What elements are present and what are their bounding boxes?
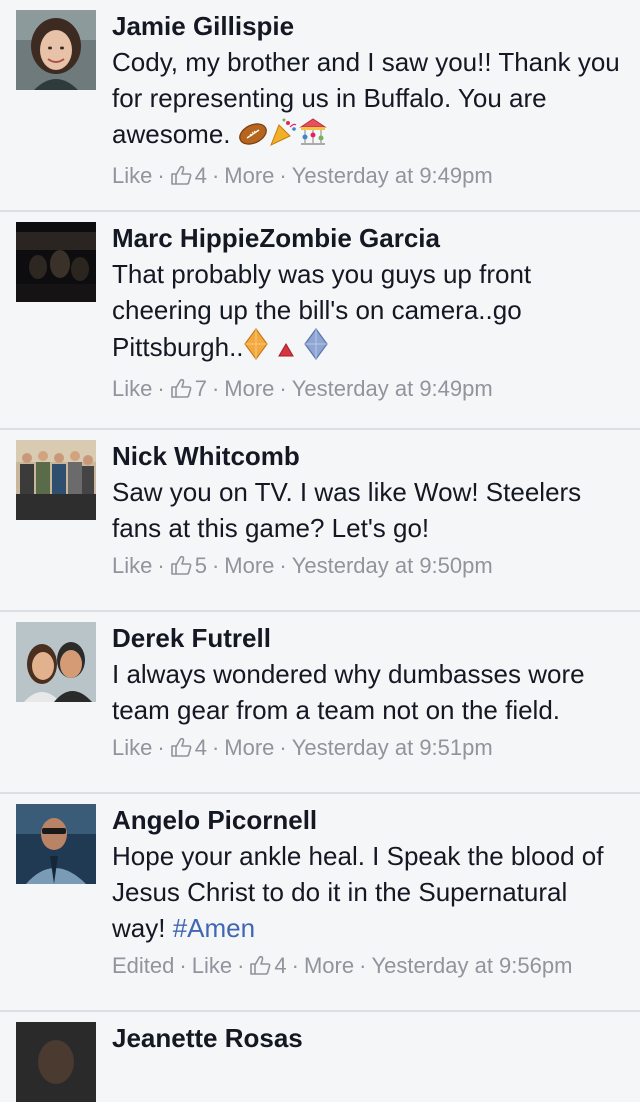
avatar-photo-icon (16, 222, 96, 302)
separator-dot: · (157, 163, 165, 188)
like-count[interactable]: 4 (195, 163, 207, 188)
separator-dot: · (157, 553, 165, 578)
avatar[interactable] (16, 10, 96, 90)
separator-dot: · (359, 953, 367, 978)
comment-actions: Like · 7 · More · Yesterday at 9:49pm (112, 371, 624, 407)
timestamp[interactable]: Yesterday at 9:51pm (292, 735, 493, 760)
more-link[interactable]: More (304, 953, 354, 978)
avatar[interactable] (16, 622, 96, 702)
avatar[interactable] (16, 1022, 96, 1102)
comment-actions: Edited · Like · 4 · More · Yesterday at 9:56pm (112, 948, 624, 984)
avatar-photo-icon (16, 440, 96, 520)
red-triangle-icon (275, 333, 297, 369)
like-count[interactable]: 7 (195, 376, 207, 401)
separator-dot: · (237, 953, 245, 978)
like-count[interactable]: 5 (195, 553, 207, 578)
like-link[interactable]: Like (112, 553, 152, 578)
comment-text: That probably was you guys up front chee… (112, 256, 624, 369)
separator-dot: · (279, 553, 287, 578)
comment-text: I always wondered why dumbasses wore tea… (112, 659, 585, 725)
comment-item: Jeanette Rosas (0, 1012, 640, 1102)
comment-actions: Like · 5 · More · Yesterday at 9:50pm (112, 548, 624, 584)
separator-dot: · (179, 953, 187, 978)
timestamp[interactable]: Yesterday at 9:49pm (292, 376, 493, 401)
separator-dot: · (291, 953, 299, 978)
football-icon (238, 120, 268, 156)
separator-dot: · (211, 376, 220, 401)
comment-text: Cody, my brother and I saw you!! Thank y… (112, 44, 624, 156)
carousel-icon (298, 117, 328, 156)
like-count[interactable]: 4 (274, 953, 286, 978)
thumbs-up-icon[interactable] (170, 732, 192, 757)
more-link[interactable]: More (224, 735, 274, 760)
edited-link[interactable]: Edited (112, 953, 174, 978)
timestamp[interactable]: Yesterday at 9:56pm (371, 953, 572, 978)
avatar-photo-icon (16, 622, 96, 702)
commenter-name[interactable]: Jamie Gillispie (112, 8, 624, 44)
avatar[interactable] (16, 222, 96, 302)
more-link[interactable]: More (224, 376, 274, 401)
commenter-name[interactable]: Jeanette Rosas (112, 1020, 624, 1056)
avatar-photo-icon (16, 1022, 96, 1102)
separator-dot: · (279, 735, 287, 760)
orange-diamond-icon (243, 327, 268, 369)
commenter-name[interactable]: Nick Whitcomb (112, 438, 624, 474)
avatar[interactable] (16, 440, 96, 520)
comment-item: Jamie Gillispie Cody, my brother and I s… (0, 0, 640, 212)
separator-dot: · (279, 163, 287, 188)
separator-dot: · (211, 553, 220, 578)
separator-dot: · (157, 735, 165, 760)
comment-actions: Like · 4 · More · Yesterday at 9:49pm (112, 158, 624, 194)
commenter-name[interactable]: Angelo Picornell (112, 802, 624, 838)
comment-actions: Like · 4 · More · Yesterday at 9:51pm (112, 730, 624, 766)
thumbs-up-icon[interactable] (249, 950, 271, 975)
separator-dot: · (279, 376, 287, 401)
avatar-photo-icon (16, 10, 96, 90)
comment-item: Nick Whitcomb Saw you on TV. I was like … (0, 430, 640, 612)
more-link[interactable]: More (224, 553, 274, 578)
hashtag-link[interactable]: #Amen (173, 913, 255, 943)
like-link[interactable]: Like (112, 376, 152, 401)
more-link[interactable]: More (224, 163, 274, 188)
party-popper-icon (268, 117, 298, 156)
avatar[interactable] (16, 804, 96, 884)
separator-dot: · (157, 376, 165, 401)
comment-item: Derek Futrell I always wondered why dumb… (0, 612, 640, 794)
commenter-name[interactable]: Marc HippieZombie Garcia (112, 220, 624, 256)
comment-item: Marc HippieZombie Garcia That probably w… (0, 212, 640, 430)
comment-text: Saw you on TV. I was like Wow! Steelers … (112, 477, 582, 543)
thumbs-up-icon[interactable] (170, 160, 192, 185)
timestamp[interactable]: Yesterday at 9:50pm (292, 553, 493, 578)
comment-text: Hope your ankle heal. I Speak the blood … (112, 841, 604, 943)
separator-dot: · (211, 735, 220, 760)
like-link[interactable]: Like (112, 163, 152, 188)
comment-feed: Jamie Gillispie Cody, my brother and I s… (0, 0, 640, 1102)
like-link[interactable]: Like (112, 735, 152, 760)
commenter-name[interactable]: Derek Futrell (112, 620, 624, 656)
separator-dot: · (211, 163, 220, 188)
thumbs-up-icon[interactable] (170, 373, 192, 398)
comment-item: Angelo Picornell Hope your ankle heal. I… (0, 794, 640, 1012)
like-link[interactable]: Like (192, 953, 232, 978)
like-count[interactable]: 4 (195, 735, 207, 760)
avatar-photo-icon (16, 804, 96, 884)
timestamp[interactable]: Yesterday at 9:49pm (292, 163, 493, 188)
blue-diamond-icon (304, 327, 328, 369)
thumbs-up-icon[interactable] (170, 550, 192, 575)
